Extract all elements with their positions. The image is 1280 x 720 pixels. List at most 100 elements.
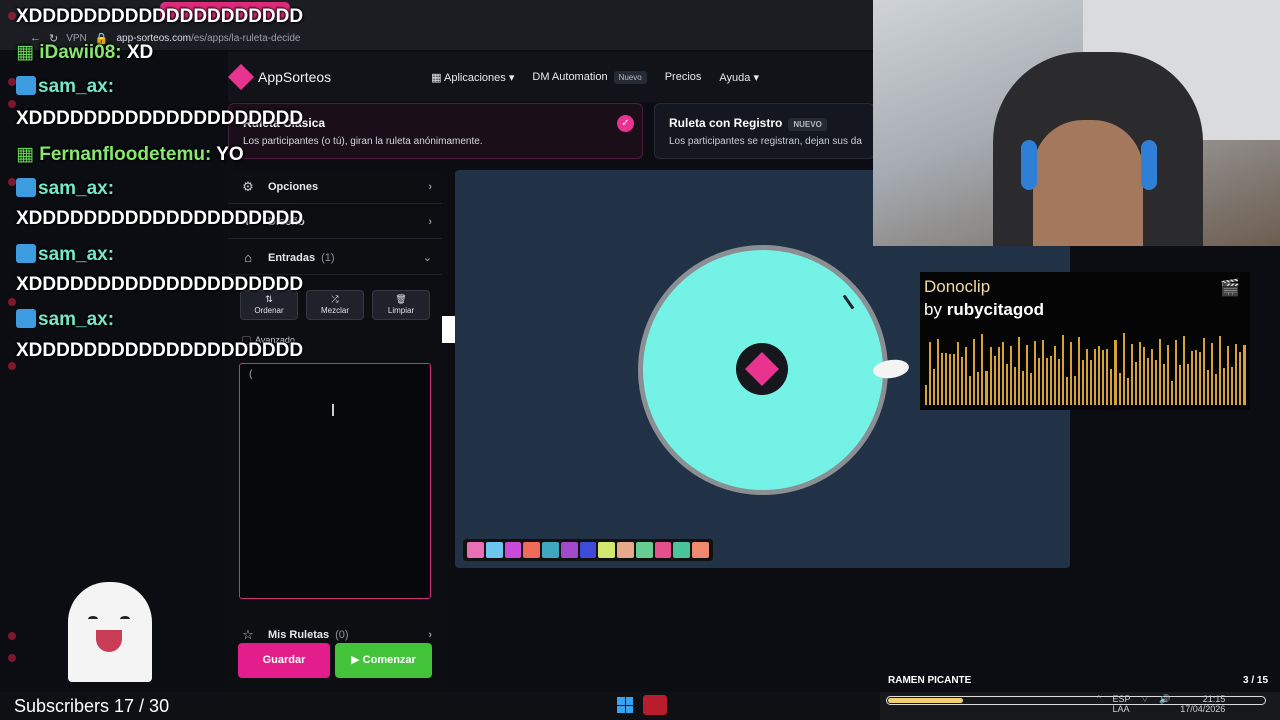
visualizer-bar: [993, 355, 996, 405]
visualizer-bar: [1227, 346, 1230, 405]
visualizer-bar: [1146, 357, 1149, 405]
panel-resize-handle[interactable]: [442, 316, 455, 343]
visualizer-bar: [989, 346, 992, 405]
visualizer-bar: [1070, 342, 1073, 405]
color-swatch[interactable]: [542, 542, 559, 558]
visualizer-bar: [1122, 333, 1125, 405]
visualizer-bar: [1187, 364, 1190, 405]
visualizer-bar: [1162, 363, 1165, 405]
visualizer-bar: [1183, 336, 1186, 405]
chat-line: sam_ax:: [16, 309, 114, 331]
chat-line: sam_ax:: [16, 76, 114, 98]
nuevo-badge: Nuevo: [613, 71, 647, 84]
color-swatch[interactable]: [467, 542, 484, 558]
visualizer-bar: [1078, 336, 1081, 405]
color-swatch[interactable]: [504, 542, 522, 558]
tray-lang[interactable]: ESP LAA: [1113, 694, 1131, 714]
comenzar-button[interactable]: ▶ Comenzar: [335, 643, 432, 678]
chat-message: XDDDDDDDDDDDDDDDDDDDD: [16, 6, 304, 27]
color-swatch[interactable]: [560, 542, 578, 558]
visualizer-bar: [1106, 349, 1109, 405]
color-swatch[interactable]: [635, 542, 653, 558]
volume-icon[interactable]: 🔊: [1159, 694, 1170, 714]
chat-message: YO: [211, 144, 244, 165]
visualizer-bar: [1001, 342, 1004, 405]
chat-username: iDawii08:: [39, 42, 122, 63]
donoclip-user: rubycitagod: [946, 300, 1044, 319]
visualizer-bar: [1114, 339, 1117, 405]
limpiar-button[interactable]: 🗑 Limpiar: [372, 290, 430, 320]
color-palette[interactable]: [463, 539, 713, 561]
visualizer-bar: [933, 368, 936, 405]
mode-card-registro[interactable]: Ruleta con Registro NUEVO Los participant…: [654, 103, 875, 159]
entries-textarea[interactable]: (: [239, 363, 431, 599]
appsorteos-logo-icon: [745, 352, 779, 386]
chat-username: sam_ax:: [38, 178, 115, 199]
visualizer-bar: [1223, 367, 1226, 405]
audio-visualizer: [925, 330, 1246, 405]
nav-dm-automation[interactable]: DM Automation Nuevo: [532, 71, 647, 84]
chat-username: sam_ax:: [38, 244, 115, 265]
visualizer-bar: [1138, 342, 1141, 405]
windows-start-icon[interactable]: [617, 697, 633, 713]
main-nav: ▦ Aplicaciones ▾ DM Automation Nuevo Prec…: [431, 71, 759, 84]
color-swatch[interactable]: [598, 542, 616, 558]
chevron-right-icon: ›: [428, 180, 432, 193]
tray-clock[interactable]: 21:15 17/04/2026: [1180, 694, 1225, 714]
chat-line: ▦ iDawii08: XD: [16, 41, 153, 64]
color-swatch[interactable]: [579, 542, 597, 558]
roulette-wheel[interactable]: [638, 245, 888, 495]
visualizer-bar: [997, 346, 1000, 405]
visualizer-bar: [1231, 366, 1234, 405]
visualizer-bar: [1219, 336, 1222, 405]
color-swatch[interactable]: [617, 542, 634, 558]
visualizer-bar: [1203, 338, 1206, 405]
chat-message: XDDDDDDDDDDDDDDDDDDDD: [16, 274, 304, 295]
visualizer-bar: [1045, 358, 1048, 405]
user-badge-icon: [16, 244, 36, 263]
visualizer-bar: [1166, 345, 1169, 405]
user-badge-icon: [16, 178, 36, 197]
guardar-button[interactable]: Guardar: [238, 643, 330, 678]
text-cursor: [332, 404, 334, 416]
visualizer-bar: [973, 339, 976, 405]
color-swatch[interactable]: [692, 542, 709, 558]
taskbar-app-icon[interactable]: [643, 695, 667, 715]
chat-line: XDDDDDDDDDDDDDDDDDDDD: [16, 108, 303, 130]
song-counter: 3 / 15: [1243, 675, 1269, 686]
color-swatch[interactable]: [654, 542, 672, 558]
color-swatch[interactable]: [673, 542, 691, 558]
visualizer-bar: [937, 338, 940, 405]
nav-ayuda[interactable]: Ayuda ▾: [719, 71, 759, 84]
user-badge-icon: [16, 309, 36, 328]
chat-line: ▦ Fernanfloodetemu: YO: [16, 143, 244, 166]
color-swatch[interactable]: [485, 542, 503, 558]
trash-icon: 🗑: [395, 294, 407, 304]
donoclip-by: by rubycitagod: [924, 300, 1044, 319]
visualizer-bar: [981, 334, 984, 405]
cat-mouth: [96, 630, 122, 652]
visualizer-bar: [1005, 363, 1008, 405]
wheel-hub[interactable]: [736, 343, 788, 395]
visualizer-bar: [1110, 368, 1113, 405]
visualizer-bar: [953, 354, 956, 405]
visualizer-bar: [977, 371, 980, 405]
visualizer-bar: [965, 346, 968, 405]
visualizer-bar: [961, 357, 964, 405]
visualizer-bar: [1082, 360, 1085, 405]
cat-eye: [88, 616, 98, 622]
visualizer-bar: [1090, 359, 1093, 405]
visualizer-bar: [1199, 352, 1202, 405]
tray-chevron-icon[interactable]: ⌃: [1095, 694, 1103, 714]
chat-line: sam_ax:: [16, 178, 114, 200]
chat-username: sam_ax:: [38, 76, 115, 97]
visualizer-bar: [1021, 371, 1024, 405]
nav-precios[interactable]: Precios: [665, 71, 702, 83]
mis-ruletas-count: (0): [335, 629, 349, 641]
wifi-icon[interactable]: ⌔: [1141, 694, 1149, 714]
visualizer-bar: [1017, 336, 1020, 405]
color-swatch[interactable]: [523, 542, 541, 558]
visualizer-bar: [1158, 338, 1161, 405]
clapperboard-icon: 🎬: [1220, 280, 1240, 297]
nav-aplicaciones[interactable]: ▦ Aplicaciones ▾: [431, 71, 514, 84]
